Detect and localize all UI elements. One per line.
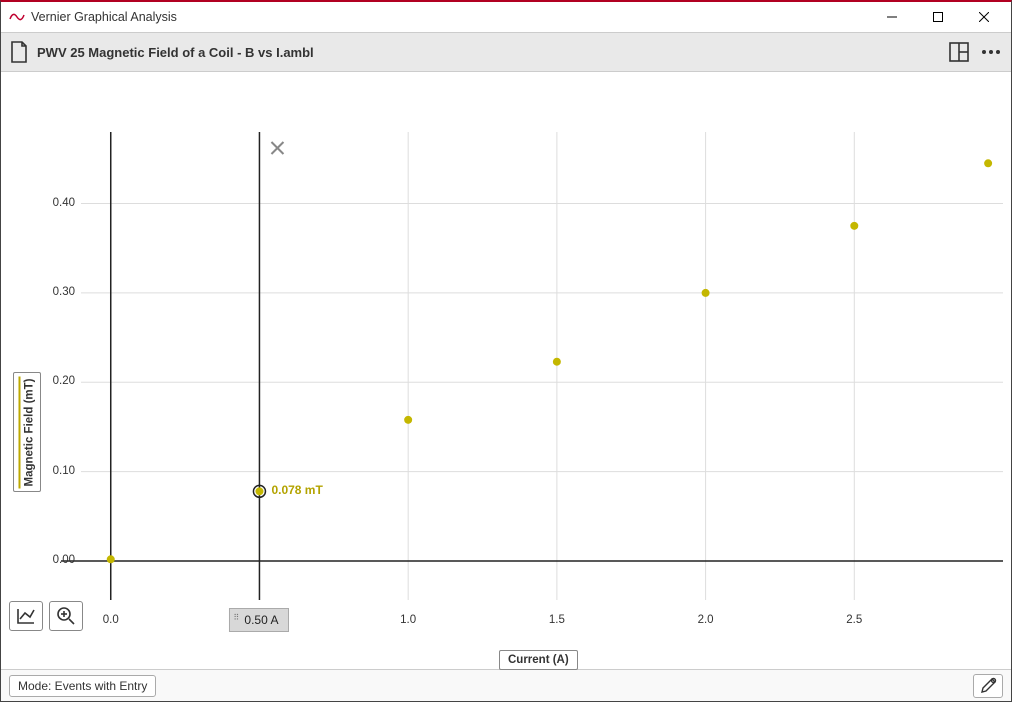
y-tick-label: 0.10 <box>43 465 75 477</box>
y-tick-label: 0.40 <box>43 197 75 209</box>
examine-cursor-readout[interactable]: 0.50 A <box>229 608 289 632</box>
x-tick-label: 2.5 <box>846 614 862 626</box>
window-maximize-button[interactable] <box>915 2 961 32</box>
x-tick-label: 2.0 <box>698 614 714 626</box>
toolbar: PWV 25 Magnetic Field of a Coil - B vs I… <box>1 32 1011 72</box>
y-axis-title[interactable]: Magnetic Field (mT) <box>13 372 41 492</box>
x-tick-label: 1.5 <box>549 614 565 626</box>
filename-label: PWV 25 Magnetic Field of a Coil - B vs I… <box>37 45 314 60</box>
x-tick-label: 1.0 <box>400 614 416 626</box>
app-title: Vernier Graphical Analysis <box>31 10 177 24</box>
app-logo-icon <box>9 9 25 25</box>
titlebar: Vernier Graphical Analysis <box>1 2 1011 32</box>
y-tick-label: 0.00 <box>43 554 75 566</box>
scatter-plot[interactable] <box>1 72 1012 692</box>
y-tick-label: 0.30 <box>43 286 75 298</box>
x-tick-label: 0.0 <box>103 614 119 626</box>
window-close-button[interactable] <box>961 2 1007 32</box>
graph-tools-button[interactable] <box>9 601 43 631</box>
x-axis-title[interactable]: Current (A) <box>499 650 578 670</box>
file-icon[interactable] <box>9 40 29 64</box>
y-tick-label: 0.20 <box>43 375 75 387</box>
window-minimize-button[interactable] <box>869 2 915 32</box>
examine-point-label: 0.078 mT <box>271 483 322 497</box>
more-options-button[interactable] <box>979 40 1003 64</box>
zoom-button[interactable] <box>49 601 83 631</box>
plot-container: Magnetic Field (mT) Current (A) 0.00 0.10… <box>1 72 1011 669</box>
layout-button[interactable] <box>947 40 971 64</box>
